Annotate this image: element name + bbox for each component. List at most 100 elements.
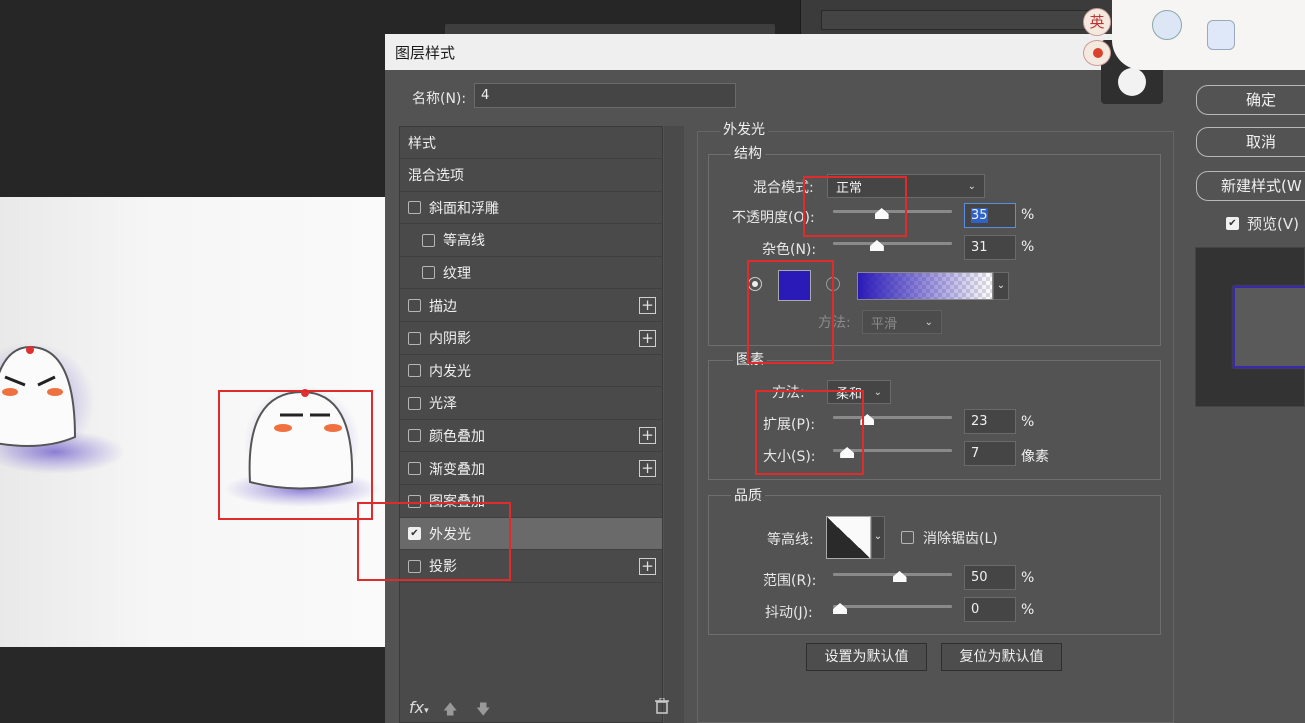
outer-glow-title: 外发光	[720, 119, 768, 139]
chevron-down-icon: ⌄	[873, 386, 882, 398]
arrow-down-icon[interactable]: 🡇	[476, 699, 490, 723]
style-list-item[interactable]: 纹理	[400, 257, 662, 290]
chevron-down-icon[interactable]: ⌄	[993, 272, 1009, 300]
opacity-value: 35	[971, 208, 988, 223]
style-item-label: 描边	[429, 298, 457, 315]
structure-title: 结构	[731, 143, 765, 163]
add-effect-icon[interactable]: +	[639, 427, 656, 445]
style-item-label: 混合选项	[408, 168, 464, 185]
style-checkbox[interactable]	[408, 396, 421, 410]
range-label: 范围(R):	[763, 573, 817, 589]
method-select[interactable]: 平滑 ⌄	[862, 310, 942, 334]
annotation-box-character	[218, 390, 373, 520]
noise-input[interactable]: 31	[964, 235, 1016, 260]
style-list-item[interactable]: 斜面和浮雕	[400, 192, 662, 225]
style-list-item[interactable]: 样式	[400, 127, 662, 159]
annotation-box-opacity	[803, 176, 907, 237]
jitter-label: 抖动(J):	[765, 605, 813, 621]
annotation-box-elements	[755, 390, 864, 475]
style-item-label: 光泽	[429, 396, 457, 413]
layer-style-dialog: 图层样式 名称(N): 4 样式混合选项斜面和浮雕等高线纹理描边 + 内阴影 + 内发光…	[385, 34, 1305, 723]
annotation-box-color	[747, 260, 834, 364]
style-item-label: 渐变叠加	[429, 461, 485, 478]
style-list-scrollbar[interactable]	[664, 126, 684, 723]
mascot-sticker	[1112, 0, 1305, 70]
add-effect-icon[interactable]: +	[639, 329, 656, 347]
workspace-background	[0, 0, 385, 197]
method-value: 平滑	[871, 316, 898, 332]
chevron-down-icon: ⌄	[924, 316, 933, 328]
style-checkbox[interactable]	[422, 266, 435, 280]
ghost-blush	[2, 388, 18, 396]
percent-label: %	[1021, 570, 1035, 586]
range-input[interactable]: 50	[964, 565, 1016, 590]
chevron-down-icon[interactable]: ⌄	[871, 516, 885, 559]
name-input[interactable]: 4	[474, 83, 736, 108]
opacity-input[interactable]: 35	[964, 203, 1016, 228]
chevron-down-icon: ⌄	[967, 180, 976, 192]
dialog-title: 图层样式	[395, 44, 456, 62]
antialias-label: 消除锯齿(L)	[923, 531, 998, 547]
trash-icon[interactable]	[655, 697, 669, 718]
reset-default-button[interactable]: 复位为默认值	[941, 643, 1062, 671]
new-style-button[interactable]: 新建样式(W	[1196, 171, 1305, 201]
style-checkbox[interactable]	[408, 429, 421, 443]
arrow-up-icon[interactable]: 🡅	[443, 699, 457, 723]
style-checkbox[interactable]	[408, 299, 421, 312]
style-list-item[interactable]: 描边 +	[400, 290, 662, 322]
ghost-dot	[26, 346, 34, 354]
size-unit-label: 像素	[1021, 449, 1049, 465]
style-list-item[interactable]: 内发光	[400, 355, 662, 388]
ime-language-badge[interactable]: 英	[1083, 8, 1111, 36]
style-list-item[interactable]: 混合选项	[400, 160, 662, 192]
percent-label: %	[1021, 602, 1035, 618]
style-item-label: 内阴影	[429, 331, 471, 348]
style-checkbox[interactable]	[408, 462, 421, 475]
ok-button[interactable]: 确定	[1196, 85, 1305, 115]
style-checkbox[interactable]	[422, 233, 435, 247]
annotation-box-outer-glow	[357, 502, 511, 581]
style-item-label: 颜色叠加	[429, 428, 485, 445]
style-list-item[interactable]: 渐变叠加 +	[400, 453, 662, 485]
noise-label: 杂色(N):	[762, 242, 817, 258]
style-item-label: 斜面和浮雕	[429, 200, 499, 217]
size-input[interactable]: 7	[964, 441, 1016, 466]
antialias-checkbox[interactable]	[901, 531, 914, 544]
add-effect-icon[interactable]: +	[639, 460, 656, 477]
cancel-button[interactable]: 取消	[1196, 127, 1305, 157]
name-label: 名称(N):	[412, 91, 467, 107]
preview-thumbnail	[1195, 247, 1305, 407]
style-list-item[interactable]: 内阴影 +	[400, 323, 662, 355]
style-list-item[interactable]: 光泽	[400, 388, 662, 420]
checkmark-icon: ✔	[1228, 217, 1237, 229]
style-item-label: 纹理	[443, 265, 471, 282]
style-list-item[interactable]: 等高线	[400, 225, 662, 257]
style-checkbox[interactable]	[408, 201, 421, 215]
quality-title: 品质	[731, 485, 765, 505]
jitter-input[interactable]: 0	[964, 597, 1016, 622]
jitter-slider[interactable]	[833, 605, 952, 608]
add-effect-icon[interactable]: +	[639, 297, 656, 314]
style-list-item[interactable]: 颜色叠加 +	[400, 420, 662, 453]
percent-label: %	[1021, 239, 1035, 255]
glow-gradient-picker[interactable]	[857, 272, 993, 300]
preview-checkbox[interactable]: ✔	[1226, 217, 1239, 230]
percent-label: %	[1021, 414, 1035, 430]
fx-icon: fx	[409, 698, 425, 717]
contour-preview[interactable]	[826, 516, 871, 559]
ime-tool-icon[interactable]	[1083, 40, 1111, 66]
style-item-label: 内发光	[429, 363, 471, 380]
add-effect-icon[interactable]: +	[639, 557, 656, 575]
spread-input[interactable]: 23	[964, 409, 1016, 434]
style-checkbox[interactable]	[408, 331, 421, 345]
make-default-button[interactable]: 设置为默认值	[806, 643, 927, 671]
style-list: 样式 混合选项 斜面和浮雕 等高线 纹理 描边 + 内阴影 + 内发光 光泽 颜色叠加 + 渐变叠加 + 图案…	[399, 126, 663, 723]
style-item-label: 样式	[408, 135, 436, 152]
style-checkbox[interactable]	[408, 364, 421, 378]
ghost-blush	[47, 388, 63, 396]
range-slider[interactable]	[833, 573, 952, 576]
noise-slider[interactable]	[833, 242, 952, 245]
fx-menu-button[interactable]: fx▾	[409, 698, 429, 717]
contour-label: 等高线:	[767, 532, 814, 548]
percent-label: %	[1021, 207, 1035, 223]
